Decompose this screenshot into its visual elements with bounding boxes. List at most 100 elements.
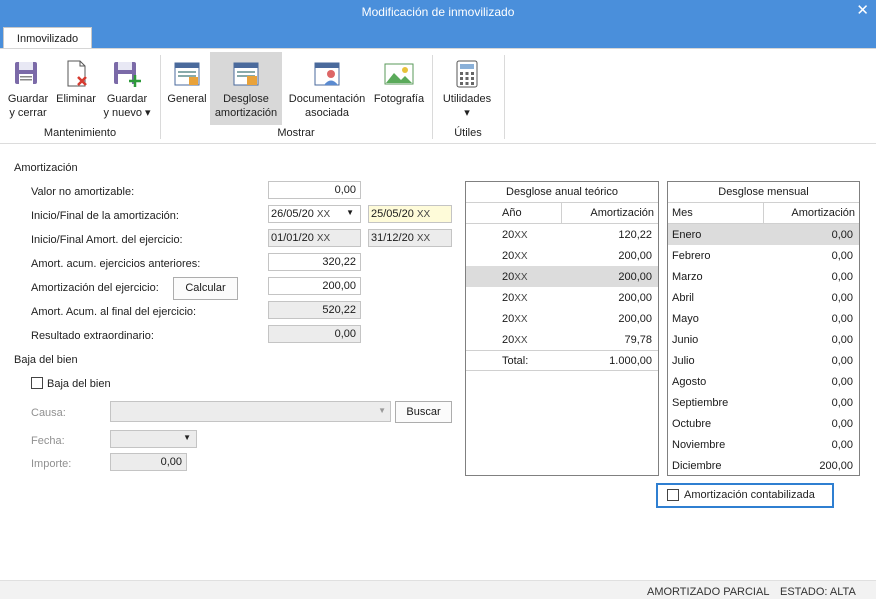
year-cell: 20 xyxy=(502,333,515,346)
col-amount-header: Amortización xyxy=(791,207,855,219)
table-row[interactable]: 20XX 200,00 xyxy=(466,308,658,329)
amount-cell: 120,22 xyxy=(618,228,652,241)
month-cell: Marzo xyxy=(672,270,703,283)
amount-cell: 0,00 xyxy=(831,249,853,262)
status-estado: ESTADO: ALTA xyxy=(780,586,856,598)
year-suffix: XX xyxy=(514,313,528,325)
table-row[interactable]: Enero 0,00 xyxy=(668,224,859,245)
contabilizada-checkbox[interactable] xyxy=(667,489,679,501)
table-row[interactable]: Octubre 0,00 xyxy=(668,413,859,434)
close-icon[interactable]: ✕ xyxy=(856,1,869,19)
final-ejercicio-date: 31/12/20 xyxy=(371,232,414,244)
final-ejercicio-input: 31/12/20 XX xyxy=(368,229,452,247)
desglose-anual-header: Año Amortización xyxy=(466,203,658,224)
buscar-button[interactable]: Buscar xyxy=(395,401,452,423)
table-row[interactable]: 20XX 200,00 xyxy=(466,245,658,266)
desglose-icon xyxy=(233,62,259,86)
baja-checkbox-label: Baja del bien xyxy=(47,378,111,390)
causa-select[interactable]: ▼ xyxy=(110,401,391,422)
valor-no-amortizable-input[interactable]: 0,00 xyxy=(268,181,361,199)
delete-button[interactable]: Eliminar xyxy=(54,52,98,106)
tab-inmovilizado[interactable]: Inmovilizado xyxy=(3,27,92,50)
utilidades-button[interactable]: Utilidades ▾ xyxy=(437,52,497,120)
section-baja: Baja del bien xyxy=(14,354,78,366)
table-row[interactable]: Agosto 0,00 xyxy=(668,371,859,392)
section-amortizacion: Amortización xyxy=(14,162,78,174)
table-row[interactable]: Marzo 0,00 xyxy=(668,266,859,287)
status-bar: AMORTIZADO PARCIAL ESTADO: ALTA xyxy=(0,580,876,599)
importe-input: 0,00 xyxy=(110,453,187,471)
importe-label: Importe: xyxy=(31,458,72,470)
final-date-suffix: XX xyxy=(416,209,431,220)
causa-label: Causa: xyxy=(31,407,66,419)
final-date: 25/05/20 xyxy=(371,208,414,220)
final-date-input[interactable]: 25/05/20 XX xyxy=(368,205,452,223)
inicio-date: 26/05/20 xyxy=(271,208,314,220)
table-row[interactable]: 20XX 200,00 xyxy=(466,266,658,287)
amount-cell: 0,00 xyxy=(831,375,853,388)
month-cell: Mayo xyxy=(672,312,699,325)
table-row[interactable]: 20XX 200,00 xyxy=(466,287,658,308)
save-close-icon xyxy=(15,62,37,84)
contabilizada-label: Amortización contabilizada xyxy=(684,489,815,501)
general-button[interactable]: General xyxy=(165,52,209,106)
acum-anteriores-input[interactable]: 320,22 xyxy=(268,253,361,271)
desglose-anual-table: Desglose anual teórico Año Amortización … xyxy=(465,181,659,476)
table-row[interactable]: Mayo 0,00 xyxy=(668,308,859,329)
documentacion-button[interactable]: Documentación asociada xyxy=(284,52,370,120)
desglose-button[interactable]: Desglose amortización xyxy=(210,52,282,125)
total-label: Total: xyxy=(502,354,529,367)
fecha-picker[interactable]: ▼ xyxy=(110,430,197,448)
documentacion-line2: asociada xyxy=(304,107,350,119)
documentacion-icon xyxy=(314,62,340,86)
delete-icon xyxy=(67,60,87,87)
table-row[interactable]: Julio 0,00 xyxy=(668,350,859,371)
desglose-line1: Desglose xyxy=(223,93,269,105)
group-mostrar: Mostrar xyxy=(277,127,315,139)
desglose-mensual-header: Mes Amortización xyxy=(668,203,859,224)
table-row[interactable]: 20XX 120,22 xyxy=(466,224,658,245)
amount-cell: 200,00 xyxy=(618,249,652,262)
table-row[interactable]: Junio 0,00 xyxy=(668,329,859,350)
table-row[interactable]: Abril 0,00 xyxy=(668,287,859,308)
table-row[interactable]: 20XX 79,78 xyxy=(466,329,658,350)
year-suffix: XX xyxy=(514,250,528,262)
amort-ejercicio-label: Amortización del ejercicio: xyxy=(31,282,159,294)
month-cell: Enero xyxy=(672,228,702,241)
total-row: Total: 1.000,00 xyxy=(466,350,658,371)
amount-cell: 0,00 xyxy=(831,270,853,283)
contabilizada-box[interactable]: Amortización contabilizada xyxy=(656,483,834,508)
general-line1: General xyxy=(167,93,207,105)
month-cell: Octubre xyxy=(672,417,712,430)
calcular-button[interactable]: Calcular xyxy=(173,277,238,300)
acum-final-input: 520,22 xyxy=(268,301,361,319)
chevron-down-icon[interactable]: ▼ xyxy=(346,208,354,217)
month-cell: Abril xyxy=(672,291,695,304)
month-cell: Diciembre xyxy=(672,459,722,472)
table-row[interactable]: Septiembre 0,00 xyxy=(668,392,859,413)
amount-cell: 79,78 xyxy=(624,333,652,346)
save-new-button[interactable]: Guardar y nuevo ▾ xyxy=(101,52,153,120)
inicio-date-picker[interactable]: 26/05/20 XX ▼ xyxy=(268,205,361,223)
save-new-icon xyxy=(114,62,141,87)
month-cell: Febrero xyxy=(672,249,711,262)
save-close-line1: Guardar xyxy=(7,93,49,105)
baja-checkbox[interactable] xyxy=(31,377,43,389)
acum-anteriores-label: Amort. acum. ejercicios anteriores: xyxy=(31,258,201,270)
save-close-line2: y cerrar xyxy=(9,107,47,119)
total-value: 1.000,00 xyxy=(609,354,652,367)
col-year-header: Año xyxy=(466,203,562,223)
amort-ejercicio-input[interactable]: 200,00 xyxy=(268,277,361,295)
delete-line1: Eliminar xyxy=(56,93,96,105)
month-cell: Junio xyxy=(672,333,699,346)
chevron-down-icon: ▼ xyxy=(378,406,386,415)
photo-button[interactable]: Fotografía xyxy=(371,52,427,106)
general-icon xyxy=(174,62,200,86)
table-row[interactable]: Diciembre 200,00 xyxy=(668,455,859,476)
month-cell: Noviembre xyxy=(672,438,726,451)
table-row[interactable]: Febrero 0,00 xyxy=(668,245,859,266)
desglose-mensual-table: Desglose mensual Mes Amortización Enero 0… xyxy=(667,181,860,476)
table-row[interactable]: Noviembre 0,00 xyxy=(668,434,859,455)
save-close-button[interactable]: Guardar y cerrar xyxy=(4,52,52,120)
year-cell: 20 xyxy=(502,270,515,283)
